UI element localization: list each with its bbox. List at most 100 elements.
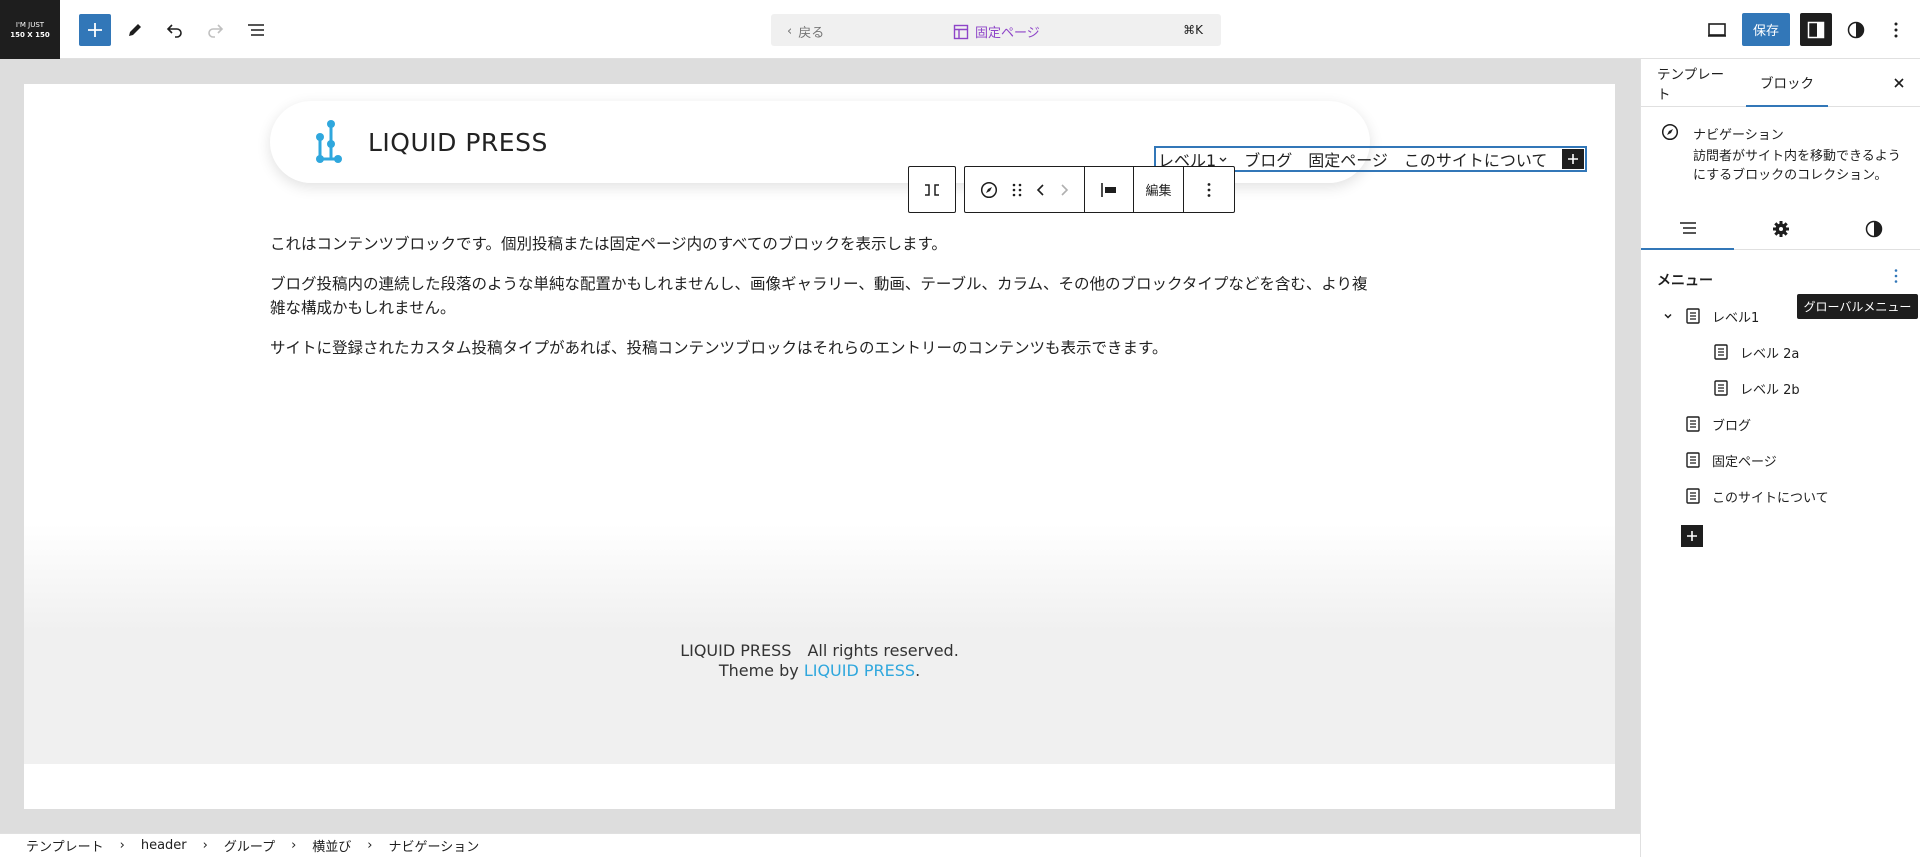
settings-toggle-button[interactable]: [1800, 13, 1832, 46]
tree-item-level1[interactable]: レベル1: [1662, 303, 1759, 329]
template-icon: [953, 24, 969, 39]
tab-settings[interactable]: [1734, 207, 1827, 250]
breadcrumb-item[interactable]: テンプレート: [26, 836, 104, 855]
menu-tooltip: グローバルメニュー: [1797, 294, 1918, 319]
page-icon: [1686, 452, 1700, 468]
tab-template[interactable]: テンプレート: [1657, 59, 1737, 107]
justify-left-icon: [1101, 182, 1116, 197]
compass-icon[interactable]: [980, 181, 998, 199]
tab-block[interactable]: ブロック: [1746, 59, 1828, 107]
page-icon: [1686, 488, 1700, 504]
document-overview-button[interactable]: [240, 14, 272, 46]
drag-handle-icon[interactable]: [1011, 181, 1023, 199]
site-title[interactable]: LIQUID PRESS: [368, 128, 548, 157]
options-button[interactable]: [1880, 14, 1912, 46]
more-vertical-icon: [1207, 182, 1211, 197]
chevron-right-icon: ›: [202, 838, 208, 853]
tab-list-view[interactable]: [1641, 207, 1734, 250]
block-options-button[interactable]: [1184, 167, 1234, 212]
nav-item-blog[interactable]: ブログ: [1244, 147, 1292, 171]
tree-item-label: このサイトについて: [1712, 490, 1829, 506]
breadcrumb-item-current: ナビゲーション: [388, 840, 480, 855]
tree-item-label: レベル1: [1712, 310, 1760, 326]
footer-theme-by: Theme by: [718, 661, 804, 680]
justify-button[interactable]: [1085, 167, 1134, 212]
settings-sidebar: テンプレート ブロック ナビゲーション 訪問者がサイト内を移動できるようにするブ…: [1640, 59, 1920, 857]
tab-styles[interactable]: [1827, 207, 1920, 250]
tools-button[interactable]: [119, 14, 151, 46]
footer-credit[interactable]: Theme by LIQUID PRESS.: [24, 661, 1615, 680]
site-icon-text-2: 150 X 150: [10, 30, 50, 39]
block-inserter-button[interactable]: [79, 14, 111, 46]
shortcut-hint: ⌘K: [1183, 23, 1203, 37]
preview-button[interactable]: [1701, 14, 1733, 46]
close-sidebar-button[interactable]: [1889, 73, 1909, 93]
chevron-down-icon: [1219, 157, 1227, 162]
tree-item-about[interactable]: このサイトについて: [1684, 483, 1829, 509]
sidebar-icon: [1807, 21, 1825, 38]
paragraph[interactable]: サイトに登録されたカスタム投稿タイプがあれば、投稿コンテンツブロックはそれらのエ…: [270, 336, 1380, 360]
undo-button[interactable]: [159, 14, 191, 46]
brand-logo-icon: [316, 120, 342, 163]
chevron-right-icon: ›: [119, 838, 125, 853]
move-left-icon[interactable]: [1036, 183, 1046, 197]
editor-header: I'M JUST 150 X 150 ‹ 戻る 固定ページ ⌘K 保存: [0, 0, 1920, 59]
nav-item-pages[interactable]: 固定ページ: [1308, 147, 1388, 171]
command-bar[interactable]: ‹ 戻る 固定ページ ⌘K: [771, 14, 1221, 46]
nav-add-item-button[interactable]: [1562, 149, 1584, 169]
chevron-left-icon: ‹: [787, 24, 793, 39]
document-title[interactable]: 固定ページ: [953, 22, 1040, 41]
breadcrumb-item[interactable]: 横並び: [312, 836, 351, 855]
page-icon: [1714, 344, 1728, 360]
save-button[interactable]: 保存: [1742, 13, 1790, 46]
move-right-icon[interactable]: [1059, 183, 1069, 197]
sidebar-tabs: テンプレート ブロック: [1641, 59, 1920, 107]
tree-item-pages[interactable]: 固定ページ: [1684, 447, 1777, 473]
block-breadcrumb: テンプレート › header › グループ › 横並び › ナビゲーション: [0, 833, 1640, 857]
list-view-icon: [248, 24, 264, 36]
undo-icon: [166, 24, 182, 38]
tree-item-label: レベル 2b: [1740, 382, 1800, 398]
nav-item-about[interactable]: このサイトについて: [1404, 147, 1548, 171]
tree-item-label: レベル 2a: [1740, 346, 1800, 362]
breadcrumb-item[interactable]: header: [141, 838, 187, 853]
page-icon: [1686, 308, 1700, 324]
more-vertical-icon: [1894, 22, 1898, 38]
paragraph[interactable]: これはコンテンツブロックです。個別投稿または固定ページ内のすべてのブロックを表示…: [270, 232, 1380, 256]
tree-item-level2b[interactable]: レベル 2b: [1712, 375, 1800, 401]
menu-options-button[interactable]: [1886, 267, 1906, 287]
footer-period: .: [915, 661, 921, 680]
chevron-down-icon[interactable]: [1662, 310, 1674, 322]
inspector-tabs: [1641, 207, 1920, 250]
list-view-icon: [1679, 221, 1696, 234]
block-title: ナビゲーション: [1693, 128, 1784, 143]
site-icon-button[interactable]: I'M JUST 150 X 150: [0, 0, 60, 59]
block-controls: [965, 167, 1085, 212]
plus-icon: [1687, 531, 1697, 541]
tree-item-label: 固定ページ: [1712, 454, 1777, 470]
page-icon: [1714, 380, 1728, 396]
breadcrumb-item[interactable]: グループ: [224, 836, 275, 855]
tree-item-blog[interactable]: ブログ: [1684, 411, 1751, 437]
site-icon-text-1: I'M JUST: [15, 20, 45, 29]
block-toolbar: 編集: [964, 166, 1235, 213]
styles-button[interactable]: [1840, 14, 1872, 46]
paragraph[interactable]: ブログ投稿内の連続した段落のような単純な配置かもしれませんし、画像ギャラリー、動…: [270, 272, 1380, 320]
group-icon: [925, 183, 939, 196]
add-menu-item-button[interactable]: [1681, 525, 1703, 547]
back-label: 戻る: [798, 26, 825, 41]
back-link[interactable]: ‹ 戻る: [787, 22, 824, 41]
parent-block-selector[interactable]: [908, 166, 956, 213]
edit-button[interactable]: 編集: [1134, 167, 1184, 212]
tree-item-label: ブログ: [1712, 418, 1752, 434]
menu-heading: メニュー: [1657, 273, 1713, 289]
footer-theme-link[interactable]: LIQUID PRESS: [804, 661, 915, 680]
chevron-right-icon: ›: [291, 838, 297, 853]
footer-copyright[interactable]: LIQUID PRESS All rights reserved.: [24, 637, 1615, 661]
redo-button[interactable]: [199, 14, 231, 46]
page-icon: [1686, 416, 1700, 432]
plus-icon: [1568, 154, 1578, 164]
chevron-right-icon: ›: [367, 838, 373, 853]
contrast-icon: [1865, 220, 1882, 237]
tree-item-level2a[interactable]: レベル 2a: [1712, 339, 1799, 365]
